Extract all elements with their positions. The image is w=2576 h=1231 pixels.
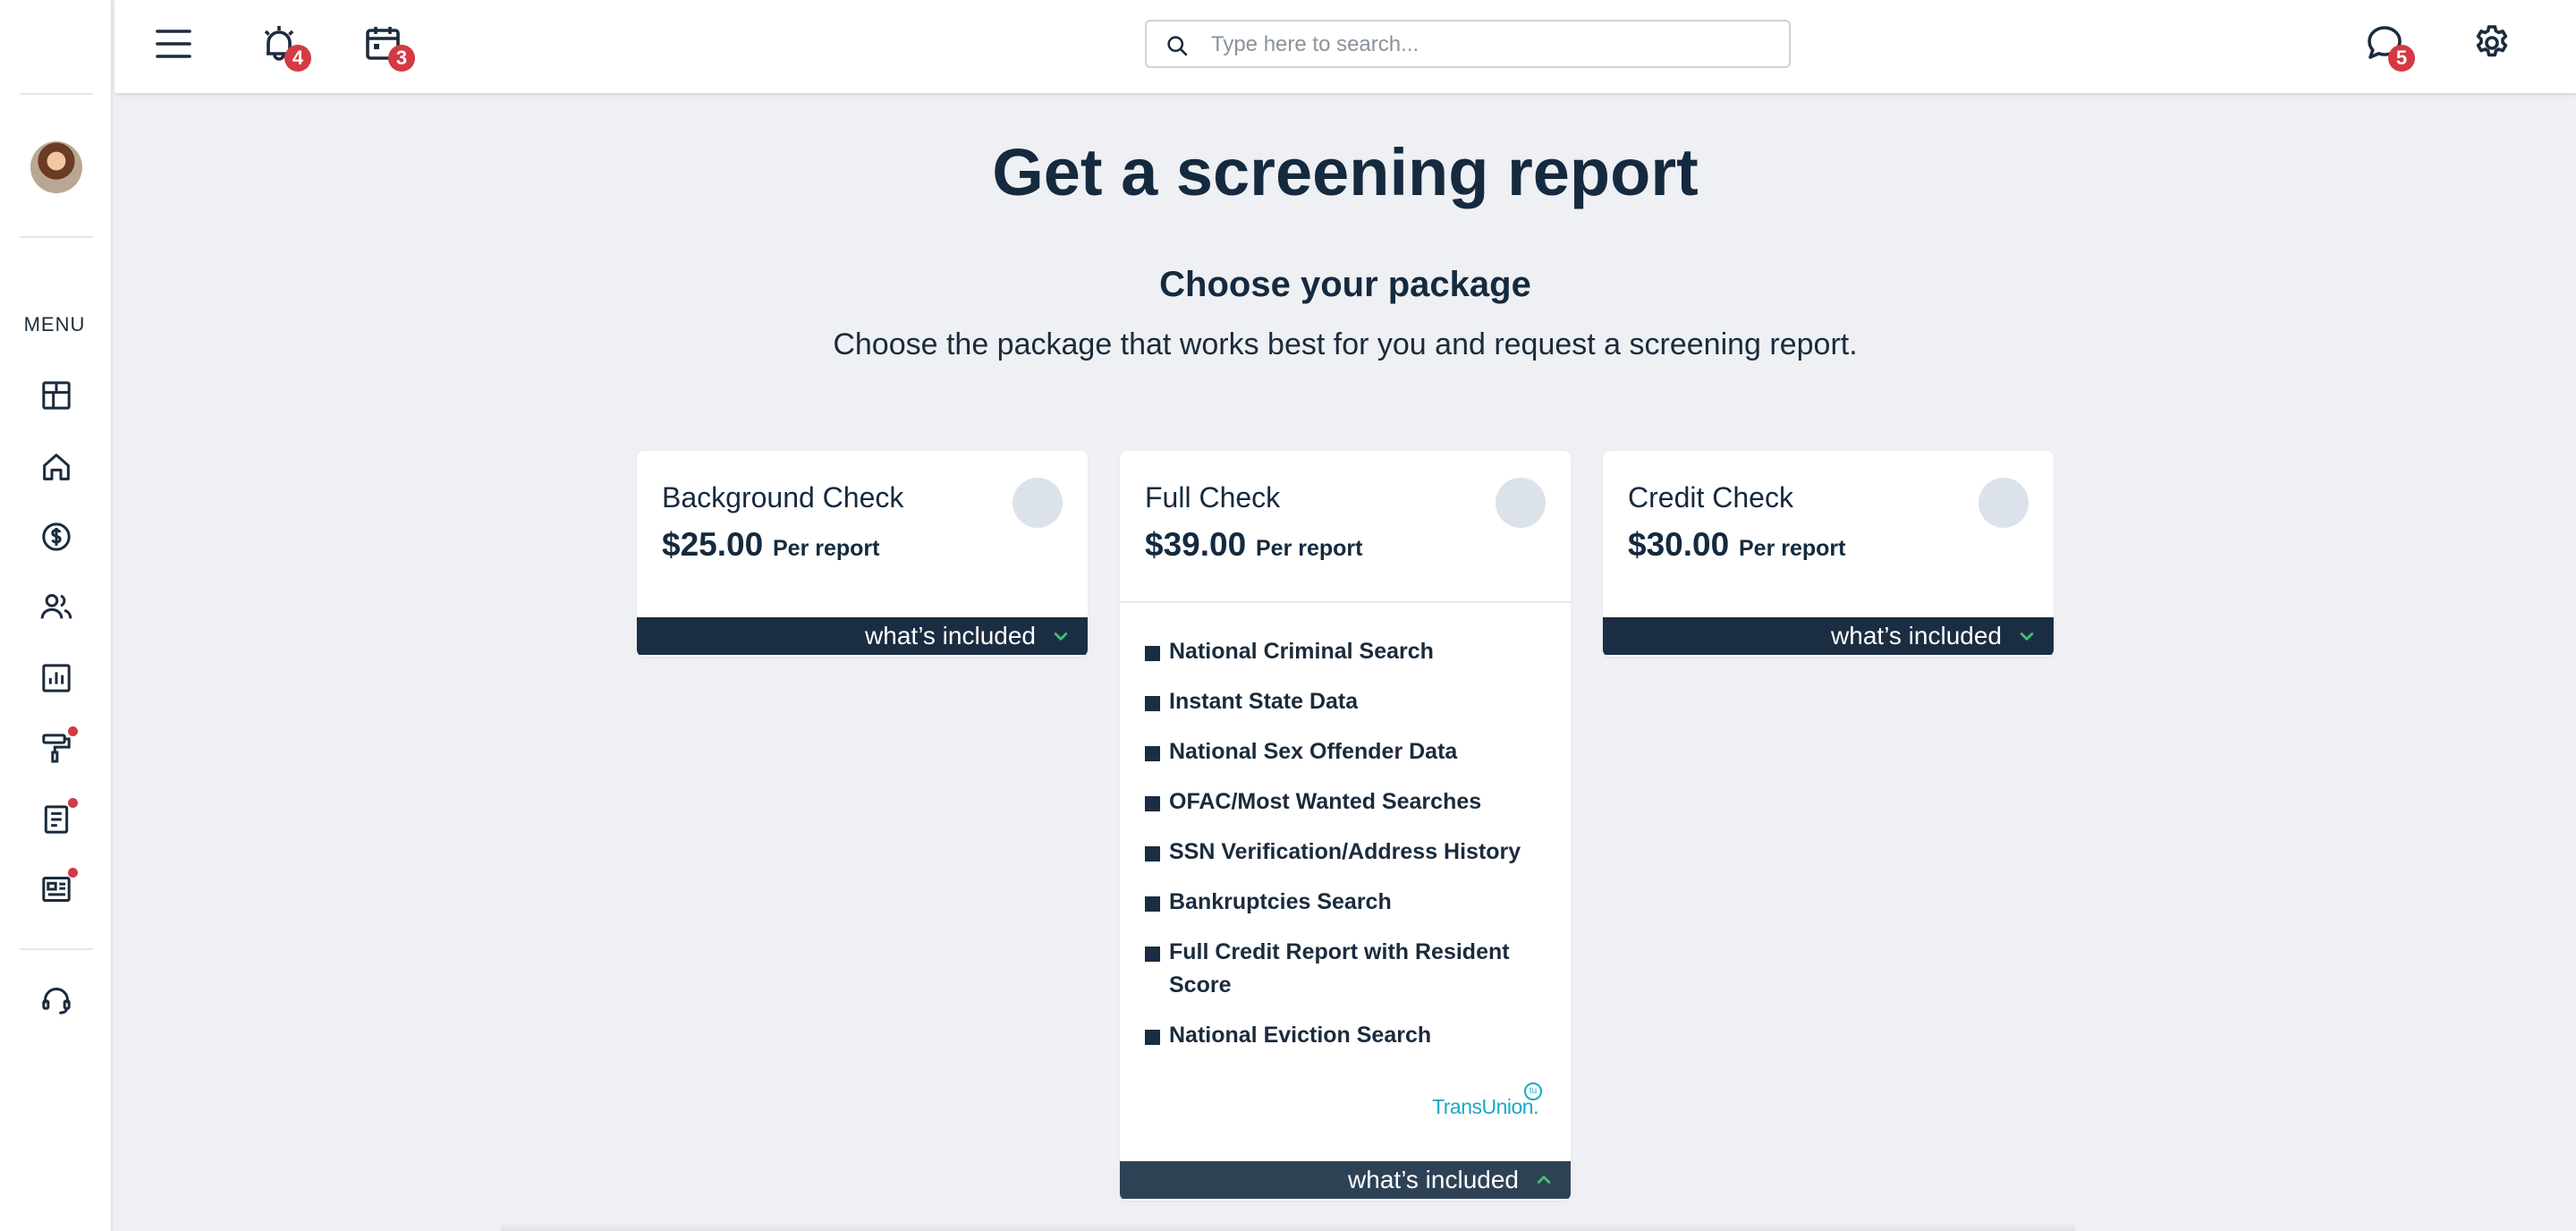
calendar-badge: 3 xyxy=(388,45,415,72)
card-header: Credit Check $30.00 Per report xyxy=(1603,451,2054,617)
document-icon[interactable] xyxy=(38,802,74,837)
chart-icon[interactable] xyxy=(38,660,74,696)
home-icon[interactable] xyxy=(38,449,74,485)
package-price: $39.00 xyxy=(1145,526,1247,563)
sidebar-divider xyxy=(20,948,93,950)
topbar: 4 3 5 xyxy=(114,0,2576,93)
feature-item: Full Credit Report with Resident Score xyxy=(1145,936,1547,1002)
whats-included-label: what’s included xyxy=(1831,622,2002,649)
whats-included-toggle[interactable]: what’s included xyxy=(1120,1161,1571,1199)
search-bar xyxy=(1145,20,1791,68)
gear-icon[interactable] xyxy=(2470,21,2513,64)
feature-item: OFAC/Most Wanted Searches xyxy=(1145,785,1547,819)
package-price: $30.00 xyxy=(1628,526,1730,563)
search-input[interactable] xyxy=(1211,29,1766,61)
package-name: Background Check xyxy=(662,481,904,514)
feature-item: National Criminal Search xyxy=(1145,635,1547,668)
paint-roller-icon[interactable] xyxy=(38,730,74,766)
feature-item: Instant State Data xyxy=(1145,685,1547,718)
feature-item: National Sex Offender Data xyxy=(1145,735,1547,768)
feature-item: National Eviction Search xyxy=(1145,1019,1547,1052)
sidebar: MENU xyxy=(0,0,113,1231)
whats-included-label: what’s included xyxy=(865,622,1036,649)
notification-dot xyxy=(68,798,78,808)
dollar-icon[interactable] xyxy=(38,519,74,555)
footer-panel-edge xyxy=(501,1222,2075,1231)
chevron-down-icon xyxy=(2020,632,2034,641)
chevron-up-icon xyxy=(1537,1176,1551,1184)
package-card-background-check[interactable]: Background Check $25.00 Per report what’… xyxy=(637,451,1088,657)
section-description: Choose the package that works best for y… xyxy=(833,327,1858,361)
package-per-label: Per report xyxy=(1739,536,1846,561)
transunion-logo: TransUnion. xyxy=(1432,1095,1538,1118)
sidebar-divider xyxy=(20,93,93,95)
feature-item: Bankruptcies Search xyxy=(1145,886,1547,919)
avatar[interactable] xyxy=(30,141,82,193)
package-select-radio[interactable] xyxy=(1496,478,1546,528)
package-per-label: Per report xyxy=(773,536,880,561)
package-price: $25.00 xyxy=(662,526,764,563)
whats-included-label: what’s included xyxy=(1348,1166,1519,1193)
package-select-radio[interactable] xyxy=(1979,478,2029,528)
search-icon xyxy=(1167,36,1188,56)
card-header: Full Check $39.00 Per report xyxy=(1120,451,1571,617)
section-subtitle: Choose your package xyxy=(1159,265,1531,304)
alarm-badge: 4 xyxy=(284,45,311,72)
page-title: Get a screening report xyxy=(992,135,1699,209)
messages-badge: 5 xyxy=(2388,45,2415,72)
feature-item: SSN Verification/Address History xyxy=(1145,836,1547,869)
hamburger-menu-icon[interactable] xyxy=(152,22,195,65)
package-name: Full Check xyxy=(1145,481,1281,514)
newspaper-icon[interactable] xyxy=(38,871,74,907)
chevron-down-icon xyxy=(1054,632,1068,641)
whats-included-toggle[interactable]: what’s included xyxy=(637,617,1088,655)
whats-included-toggle[interactable]: what’s included xyxy=(1603,617,2054,655)
card-header: Background Check $25.00 Per report xyxy=(637,451,1088,617)
package-select-radio[interactable] xyxy=(1013,478,1063,528)
headset-icon[interactable] xyxy=(38,982,74,1018)
package-name: Credit Check xyxy=(1628,481,1793,514)
package-card-full-check[interactable]: Full Check $39.00 Per report National Cr… xyxy=(1120,451,1571,1201)
card-divider xyxy=(1120,601,1571,603)
dashboard-icon[interactable] xyxy=(38,378,74,413)
notification-dot xyxy=(68,726,78,736)
menu-label: MENU xyxy=(23,313,86,335)
sidebar-divider xyxy=(20,236,93,238)
package-per-label: Per report xyxy=(1256,536,1363,561)
users-icon[interactable] xyxy=(38,589,74,624)
feature-list: National Criminal Search Instant State D… xyxy=(1145,635,1547,1069)
package-card-credit-check[interactable]: Credit Check $30.00 Per report what’s in… xyxy=(1603,451,2054,657)
notification-dot xyxy=(68,868,78,878)
